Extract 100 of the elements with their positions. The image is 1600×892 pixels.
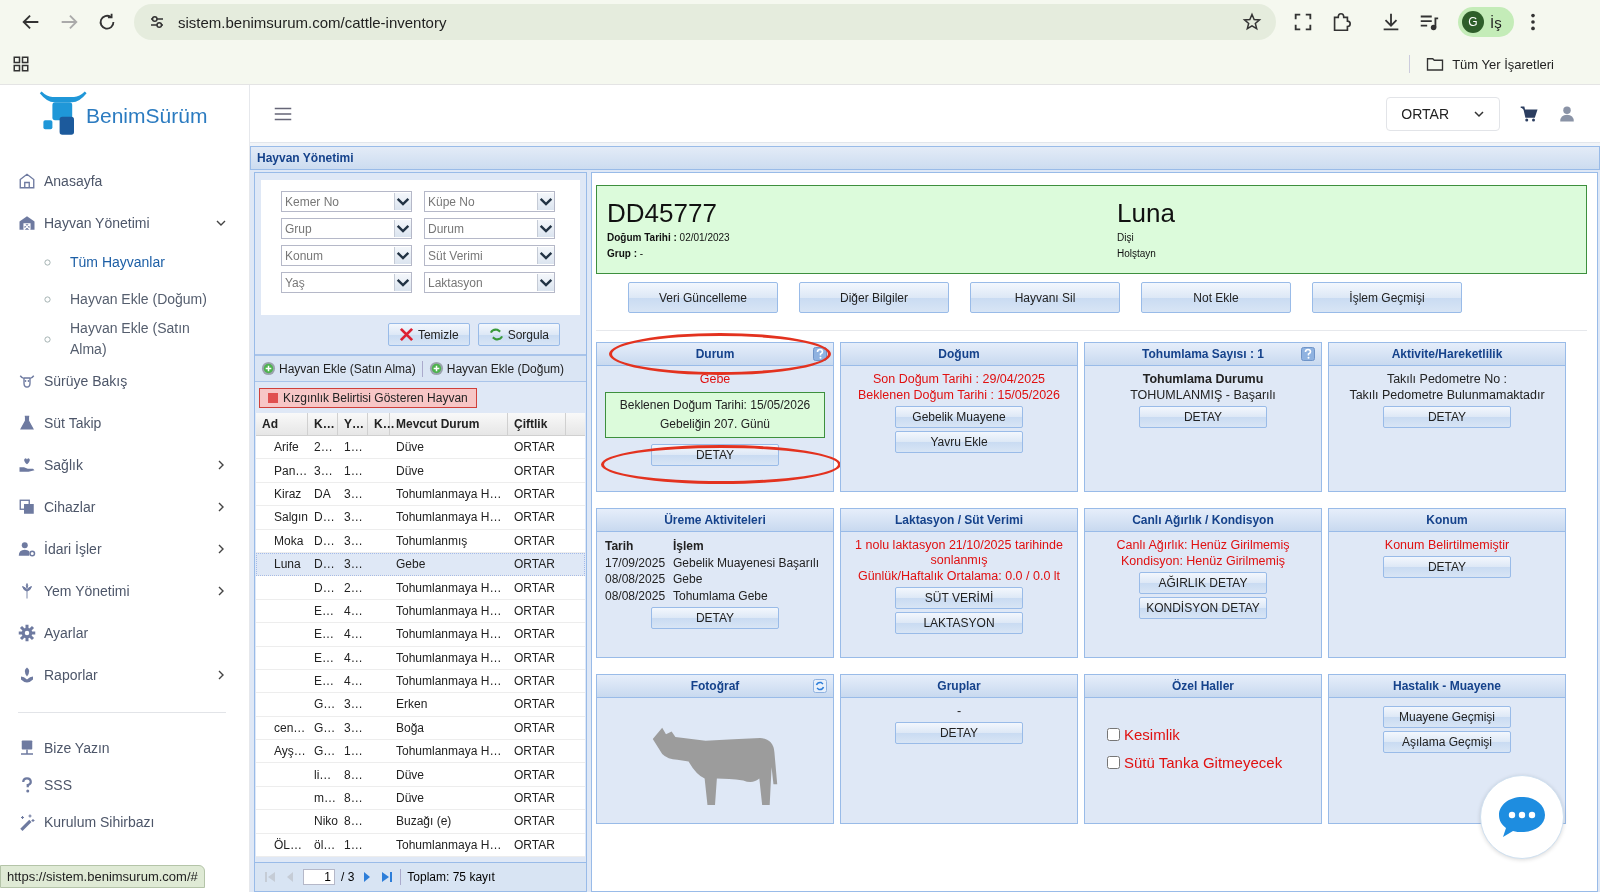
- card-button[interactable]: DETAY: [895, 722, 1023, 744]
- action-button[interactable]: Diğer Bilgiler: [799, 282, 949, 313]
- column-header[interactable]: Ad: [256, 413, 308, 435]
- add-animal-button[interactable]: Hayvan Ekle (Doğum): [428, 361, 565, 376]
- card-button[interactable]: Yavru Ekle: [895, 431, 1023, 453]
- table-cell: li…: [314, 767, 332, 782]
- card-button[interactable]: KONDİSYON DETAY: [1139, 597, 1267, 619]
- query-button[interactable]: Sorgula: [477, 323, 560, 346]
- card-button[interactable]: DETAY: [651, 607, 779, 629]
- table-cell: ORTAR: [514, 814, 555, 829]
- table-row[interactable]: D… 2… Tohumlanmaya H… ORTAR: [256, 576, 585, 600]
- last-page-icon[interactable]: [380, 870, 395, 884]
- action-button[interactable]: Not Ekle: [1141, 282, 1291, 313]
- table-cell: Arife: [274, 440, 299, 455]
- heat-animals-button[interactable]: Kızgınlık Belirtisi Gösteren Hayvan: [259, 388, 477, 408]
- sidebar-link[interactable]: Anasayfa: [0, 160, 249, 202]
- page-number-field[interactable]: 1: [303, 869, 335, 885]
- card-button[interactable]: DETAY: [1383, 556, 1511, 578]
- action-button[interactable]: Hayvanı Sil: [970, 282, 1120, 313]
- column-header[interactable]: Çiftlik: [508, 413, 566, 435]
- filter-dropdown[interactable]: Laktasyon: [424, 272, 555, 293]
- table-row[interactable]: m… 8… Düve ORTAR: [256, 786, 585, 811]
- table-row[interactable]: E… 4… Tohumlanmaya H… ORTAR: [256, 646, 585, 670]
- add-animal-button[interactable]: Hayvan Ekle (Satın Alma): [261, 361, 416, 376]
- bookmark-star-icon[interactable]: [1242, 12, 1262, 32]
- table-cell: 3…: [344, 557, 363, 572]
- table-row[interactable]: Luna D… 3… Gebe ORTAR: [256, 552, 585, 577]
- table-row[interactable]: li… 8… Düve ORTAR: [256, 763, 585, 787]
- card-button[interactable]: DETAY: [1383, 406, 1511, 428]
- table-row[interactable]: Pan… 3… 1… Düve ORTAR: [256, 459, 585, 483]
- checkbox[interactable]: [1107, 728, 1120, 741]
- table-row[interactable]: cen… G… 3… Boğa ORTAR: [256, 716, 585, 741]
- submenu-link[interactable]: Tüm Hayvanlar: [0, 244, 249, 281]
- card-button[interactable]: Gebelik Muayene: [895, 406, 1023, 428]
- submenu-link[interactable]: Hayvan Ekle (Doğum): [0, 281, 249, 318]
- table-row[interactable]: E… 4… Tohumlanmaya H… ORTAR: [256, 669, 585, 694]
- table-row[interactable]: Kiraz DA 3… Tohumlanmaya H… ORTAR: [256, 482, 585, 507]
- action-button[interactable]: İşlem Geçmişi: [1312, 282, 1462, 313]
- sidebar-link[interactable]: Cihazlar: [0, 486, 249, 528]
- help-icon[interactable]: [1301, 347, 1315, 361]
- card-button[interactable]: LAKTASYON: [895, 612, 1023, 634]
- table-row[interactable]: Ayş… G… 1… Tohumlanmaya H… ORTAR: [256, 740, 585, 764]
- clear-button[interactable]: Temizle: [387, 323, 470, 346]
- sidebar-link[interactable]: Ayarlar: [0, 612, 249, 654]
- bookmarks-folder[interactable]: Tüm Yer İşaretleri: [1426, 55, 1554, 73]
- card-title: Canlı Ağırlık / Kondisyon: [1131, 513, 1275, 527]
- table-row[interactable]: ÖL… öl… 1… Tohumlanmaya H… ORTAR: [256, 833, 585, 858]
- help-icon[interactable]: [813, 347, 827, 361]
- filter-dropdown[interactable]: Kemer No: [281, 191, 412, 212]
- card-title: Durum: [694, 347, 736, 361]
- table-cell: 3…: [344, 720, 363, 735]
- sidebar-link[interactable]: Sürüye Bakış: [0, 360, 249, 402]
- column-header[interactable]: K…: [308, 413, 338, 435]
- refresh-icon[interactable]: [813, 679, 827, 693]
- filter-dropdown[interactable]: Küpe No: [424, 191, 555, 212]
- table-row[interactable]: Salgın D… 3… Tohumlanmaya H… ORTAR: [256, 506, 585, 530]
- filter-dropdown[interactable]: Grup: [281, 218, 412, 239]
- checkbox-option[interactable]: Sütü Tanka Gitmeyecek: [1107, 754, 1283, 771]
- farm-select[interactable]: ORTAR: [1386, 96, 1500, 131]
- sidebar-link[interactable]: İdari İşler: [0, 528, 249, 570]
- action-button[interactable]: Veri Güncelleme: [628, 282, 778, 313]
- card-button[interactable]: DETAY: [651, 444, 779, 466]
- filter-dropdown[interactable]: Konum: [281, 245, 412, 266]
- submenu-link[interactable]: Hayvan Ekle (Satın Alma): [0, 318, 249, 360]
- cart-icon[interactable]: [1520, 104, 1538, 123]
- sidebar-link[interactable]: SSS: [0, 766, 249, 803]
- sidebar-link[interactable]: Kurulum Sihirbazı: [0, 803, 249, 840]
- profile-button[interactable]: G İş: [1458, 7, 1514, 37]
- table-row[interactable]: Niko 8… Buzağı (e) ORTAR: [256, 810, 585, 834]
- table-row[interactable]: Moka D… 3… Tohumlanmış ORTAR: [256, 529, 585, 553]
- column-header[interactable]: Y…: [338, 413, 368, 435]
- table-cell: E…: [314, 603, 334, 618]
- checkbox[interactable]: [1107, 756, 1120, 769]
- table-row[interactable]: Arife 2… 1… Düve ORTAR: [256, 436, 585, 460]
- sidebar-link[interactable]: Raporlar: [0, 654, 249, 696]
- sidebar-link[interactable]: Sağlık: [0, 444, 249, 486]
- filter-dropdown[interactable]: Yaş: [281, 272, 412, 293]
- filter-dropdown[interactable]: Durum: [424, 218, 555, 239]
- sidebar-link[interactable]: Hayvan Yönetimi: [0, 202, 249, 244]
- checkbox-option[interactable]: Kesimlik: [1107, 726, 1180, 743]
- table-row[interactable]: E… 4… Tohumlanmaya H… ORTAR: [256, 599, 585, 624]
- address-bar[interactable]: sistem.benimsurum.com/cattle-inventory: [134, 4, 1276, 40]
- note-text: Beklenen Doğum Tarihi: 15/05/2026: [619, 397, 811, 414]
- card-button[interactable]: Aşılama Geçmişi: [1383, 731, 1511, 753]
- card-button[interactable]: DETAY: [1139, 406, 1267, 428]
- apps-grid-icon[interactable]: [12, 55, 30, 73]
- screenshot-icon[interactable]: [1292, 11, 1314, 33]
- table-row[interactable]: E… 4… Tohumlanmaya H… ORTAR: [256, 623, 585, 647]
- sidebar-link[interactable]: Yem Yönetimi: [0, 570, 249, 612]
- card-button[interactable]: Muayene Geçmişi: [1383, 706, 1511, 728]
- sidebar-link[interactable]: Süt Takip: [0, 402, 249, 444]
- table-cell-text: 08/08/2025: [605, 587, 667, 604]
- sidebar-link[interactable]: Bize Yazın: [0, 729, 249, 766]
- card-button[interactable]: SÜT VERİMİ: [895, 587, 1023, 609]
- table-cell: Tohumlanmış: [396, 533, 468, 548]
- table-row[interactable]: G… 3… Erken ORTAR: [256, 693, 585, 717]
- filter-dropdown[interactable]: Süt Verimi: [424, 245, 555, 266]
- table-cell: Gebe: [396, 557, 426, 572]
- user-icon[interactable]: [1558, 104, 1576, 123]
- card-button[interactable]: AĞIRLIK DETAY: [1139, 572, 1267, 594]
